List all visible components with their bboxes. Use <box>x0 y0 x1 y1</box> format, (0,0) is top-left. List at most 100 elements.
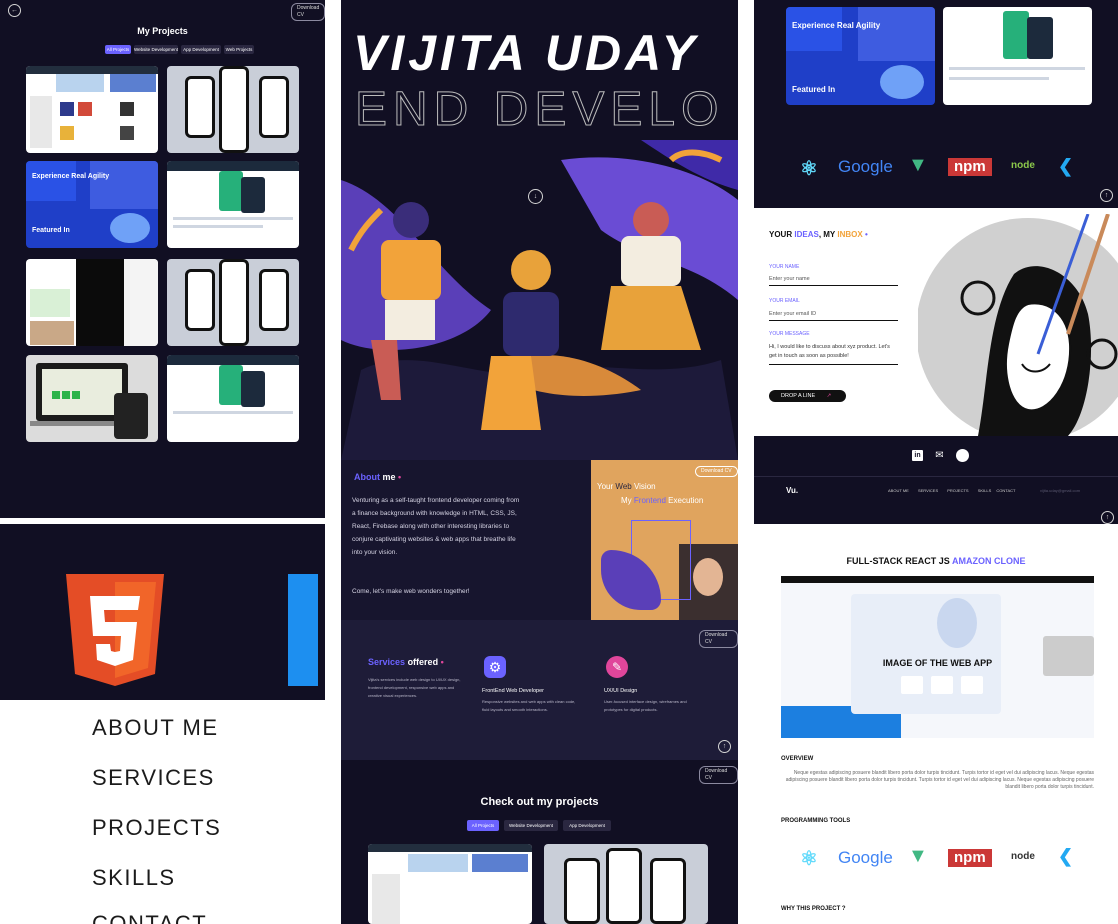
vision-your: Your <box>597 482 614 491</box>
project-title-a: FULL-STACK REACT JS <box>846 556 950 566</box>
menu-item-services[interactable]: SERVICES <box>92 765 215 791</box>
service-desc-uxui: User-focused interface design, wireframe… <box>604 699 687 712</box>
services-heading: Services offered • <box>368 657 444 667</box>
filter-website-development[interactable]: Website Development <box>134 45 178 54</box>
contact-panel: YOUR IDEAS, MY INBOX • YOUR NAME Enter y… <box>754 208 1118 436</box>
tools-label: PROGRAMMING TOOLS <box>781 818 851 824</box>
tools-react-icon: ⚛ <box>800 848 818 870</box>
footer-logo[interactable]: Vu. <box>786 486 798 495</box>
page-title: My Projects <box>137 26 188 36</box>
email-label: YOUR EMAIL <box>769 298 800 304</box>
footer-nav: ABOUT ME SERVICES PROJECTS SKILLS CONTAC… <box>888 488 1015 493</box>
contact-heading-inbox: INBOX <box>837 230 863 239</box>
about-download-cv-button[interactable]: Download CV <box>695 466 738 477</box>
menu-item-contact[interactable]: CONTACT <box>92 911 207 924</box>
service-desc-frontend: Responsive websites and web apps with cl… <box>482 699 576 712</box>
css3-icon <box>288 574 318 686</box>
about-section: About me • Venturing as a self-taught fr… <box>341 460 738 620</box>
project-title-b: AMAZON CLONE <box>952 556 1026 566</box>
services-intro: Vijita's services include web design to … <box>368 677 461 698</box>
project-thumbnail-fintech-2[interactable] <box>167 355 299 442</box>
project-thumbnail-product[interactable] <box>26 259 158 346</box>
vision-execution: Execution <box>668 496 704 505</box>
footer-nav-projects[interactable]: PROJECTS <box>947 488 968 493</box>
mail-icon[interactable]: ✉ <box>934 450 945 461</box>
message-field[interactable]: Hi, I would like to discuss about xyz pr… <box>769 343 898 365</box>
services-heading-word: Services <box>368 657 406 667</box>
overview-text: Neque egestas adipiscing posuere blandit… <box>785 770 1094 790</box>
tools-npm-logo: npm <box>948 849 992 867</box>
project-thumbnail-calculator[interactable] <box>26 355 158 442</box>
download-cv-button[interactable]: Download CV <box>291 3 325 21</box>
project-thumbnail-stakeholders[interactable]: Experience Real Agility Featured In <box>26 161 158 248</box>
menu-item-skills[interactable]: SKILLS <box>92 865 176 891</box>
footer-scroll-top-icon[interactable]: ↑ <box>1101 511 1114 524</box>
project-thumbnail-mobile-app[interactable] <box>167 66 299 153</box>
npm-logo: npm <box>948 158 992 176</box>
vision-frontend: Frontend <box>633 496 666 505</box>
github-icon[interactable] <box>956 449 969 462</box>
vision-line-2: My Frontend Execution <box>621 496 703 505</box>
filter-all-projects[interactable]: All Projects <box>105 45 131 54</box>
menu-item-projects[interactable]: PROJECTS <box>92 815 221 841</box>
footer-email[interactable]: vijita.uday@gmail.com <box>1040 488 1080 493</box>
tools-google-logo: Google <box>838 848 893 867</box>
filter-app-development[interactable]: App Development <box>181 45 221 54</box>
preview-filter-all[interactable]: All Projects <box>467 820 499 831</box>
project-detail-panel: FULL-STACK REACT JS AMAZON CLONE IMAGE O… <box>754 528 1118 924</box>
email-field[interactable]: Enter your email ID <box>769 311 898 321</box>
contact-heading: YOUR IDEAS, MY INBOX • <box>769 230 868 239</box>
vision-line-1: Your Web Vision <box>597 482 656 491</box>
preview-filter-app[interactable]: App Development <box>563 820 611 831</box>
footer-panel: in ✉ Vu. ABOUT ME SERVICES PROJECTS SKIL… <box>754 436 1118 524</box>
footer-nav-contact[interactable]: CONTACT <box>996 488 1015 493</box>
check-projects-section: Download CV Check out my projects All Pr… <box>341 760 738 924</box>
about-heading-word: About <box>354 472 380 482</box>
hero-name: VIJITA UDAY <box>353 25 699 81</box>
web-app-image: IMAGE OF THE WEB APP <box>781 576 1094 738</box>
project-thumbnail-amazon[interactable] <box>26 66 158 153</box>
services-section: Download CV Services offered • Vijita's … <box>341 620 738 760</box>
html5-icon <box>66 574 164 686</box>
filter-web-projects[interactable]: Web Projects <box>224 45 254 54</box>
strip-thumbnail-stakeholders[interactable]: Experience Real Agility Featured In <box>786 7 935 105</box>
overview-label: OVERVIEW <box>781 756 814 762</box>
vision-card: Download CV Your Web Vision My Frontend … <box>591 460 738 620</box>
project-thumbnail-fintech[interactable] <box>167 161 299 248</box>
services-download-cv-button[interactable]: Download CV <box>699 630 738 648</box>
name-field[interactable]: Enter your name <box>769 276 898 286</box>
project-thumbnail-mobile-app-2[interactable] <box>167 259 299 346</box>
strip-scroll-top-icon[interactable]: ↑ <box>1100 189 1113 202</box>
google-logo: Google <box>838 157 893 176</box>
footer-nav-skills[interactable]: SKILLS <box>978 488 992 493</box>
project-detail-title: FULL-STACK REACT JS AMAZON CLONE <box>754 556 1118 566</box>
menu-item-about[interactable]: ABOUT ME <box>92 715 219 741</box>
portfolio-main-panel: VIJITA UDAY END DEVELO ↓ About me • Vent… <box>341 0 738 924</box>
web-app-image-caption: IMAGE OF THE WEB APP <box>882 658 993 668</box>
footer-nav-services[interactable]: SERVICES <box>918 488 938 493</box>
projects-download-cv-button[interactable]: Download CV <box>699 766 738 784</box>
why-project-label: WHY THIS PROJECT ? <box>781 906 846 912</box>
vision-web: Web <box>615 482 632 491</box>
contact-illustration <box>916 213 1118 436</box>
drop-a-line-label: DROP A LINE <box>781 393 816 399</box>
drop-a-line-button[interactable]: DROP A LINE ↗ <box>769 390 846 402</box>
strip-thumbnail-fintech[interactable] <box>943 7 1092 105</box>
about-closing: Come, let's make web wonders together! <box>352 588 470 595</box>
design-pen-icon: ✎ <box>606 656 628 678</box>
projects-panel: ← Download CV My Projects All Projects W… <box>0 0 325 518</box>
preview-filter-website[interactable]: Website Development <box>504 820 558 831</box>
linkedin-icon[interactable]: in <box>912 450 923 461</box>
node-logo: node <box>1011 160 1035 171</box>
scroll-down-icon[interactable]: ↓ <box>528 189 543 204</box>
footer-nav-about[interactable]: ABOUT ME <box>888 488 909 493</box>
tech-strip-panel: Experience Real Agility Featured In ⚛ Go… <box>754 0 1118 208</box>
tools-vscode-icon: ❮ <box>1058 846 1074 866</box>
about-heading-me: me <box>382 472 396 482</box>
contact-heading-ideas: IDEAS <box>794 230 819 239</box>
back-icon[interactable]: ← <box>8 4 21 17</box>
preview-thumbnail-amazon[interactable] <box>368 844 532 924</box>
preview-thumbnail-mobile[interactable] <box>544 844 708 924</box>
scroll-top-icon[interactable]: ↑ <box>718 740 731 753</box>
vision-word: Vision <box>633 482 656 491</box>
